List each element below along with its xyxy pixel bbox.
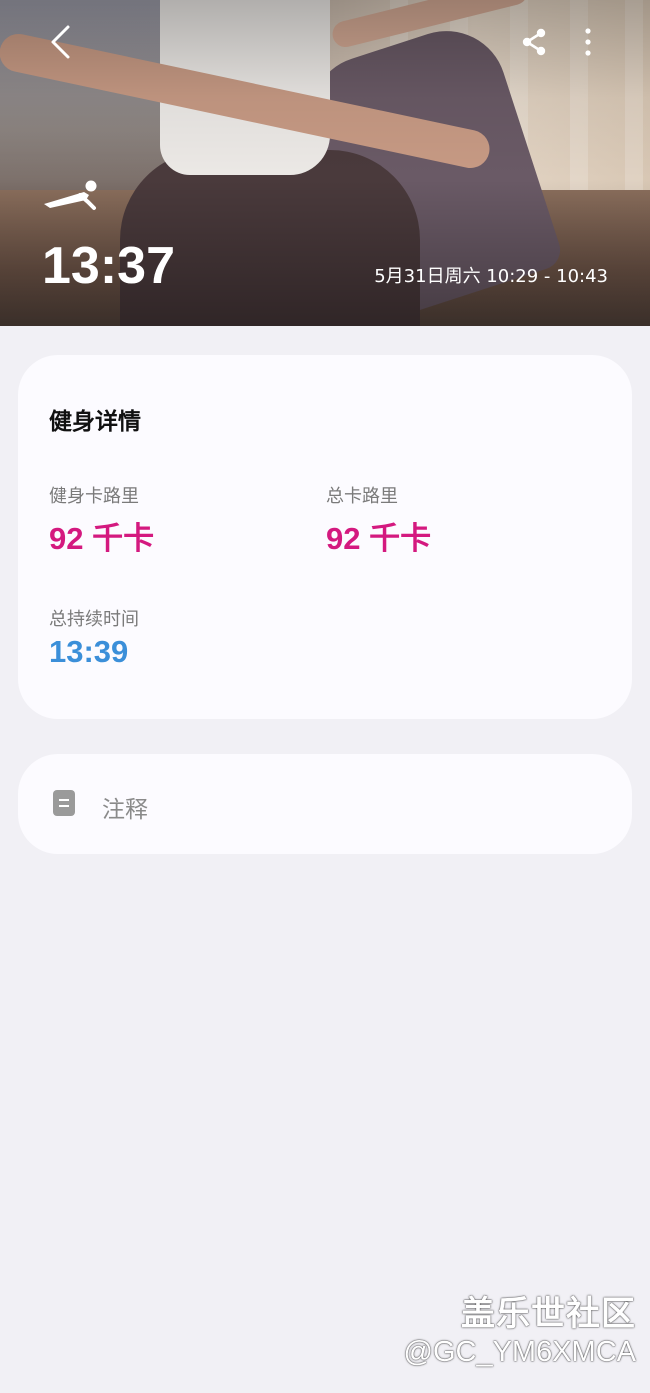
share-icon bbox=[522, 28, 546, 56]
workout-hero-image: 13:37 5月31日周六 10:29 - 10:43 bbox=[0, 0, 650, 326]
workout-details-card: 健身详情 健身卡路里 92 千卡 总卡路里 92 千卡 总持续时间 13:39 bbox=[18, 355, 632, 719]
notes-card[interactable]: 注释 bbox=[18, 754, 632, 854]
note-icon-line bbox=[59, 805, 69, 807]
workout-duration: 13:37 bbox=[42, 237, 175, 295]
note-icon bbox=[53, 790, 75, 816]
watermark-handle: @GC_YM6XMCA bbox=[403, 1336, 636, 1368]
back-icon bbox=[51, 25, 70, 59]
total-duration-label: 总持续时间 bbox=[49, 609, 139, 630]
fitness-calories-value: 92 千卡 bbox=[49, 521, 155, 556]
total-duration-value: 13:39 bbox=[49, 634, 129, 669]
back-button[interactable] bbox=[36, 20, 84, 64]
workout-date-range: 5月31日周六 10:29 - 10:43 bbox=[374, 266, 608, 287]
fitness-calories-label: 健身卡路里 bbox=[49, 486, 139, 507]
watermark-title: 盖乐世社区 bbox=[461, 1294, 636, 1334]
total-calories-value: 92 千卡 bbox=[326, 521, 432, 556]
more-options-button[interactable] bbox=[568, 20, 608, 64]
total-calories-label: 总卡路里 bbox=[326, 486, 398, 507]
notes-label: 注释 bbox=[102, 797, 148, 823]
pushup-icon bbox=[44, 180, 97, 210]
details-title: 健身详情 bbox=[49, 409, 141, 435]
more-vertical-icon bbox=[585, 28, 591, 56]
note-icon-line bbox=[59, 799, 69, 801]
share-button[interactable] bbox=[512, 20, 556, 64]
